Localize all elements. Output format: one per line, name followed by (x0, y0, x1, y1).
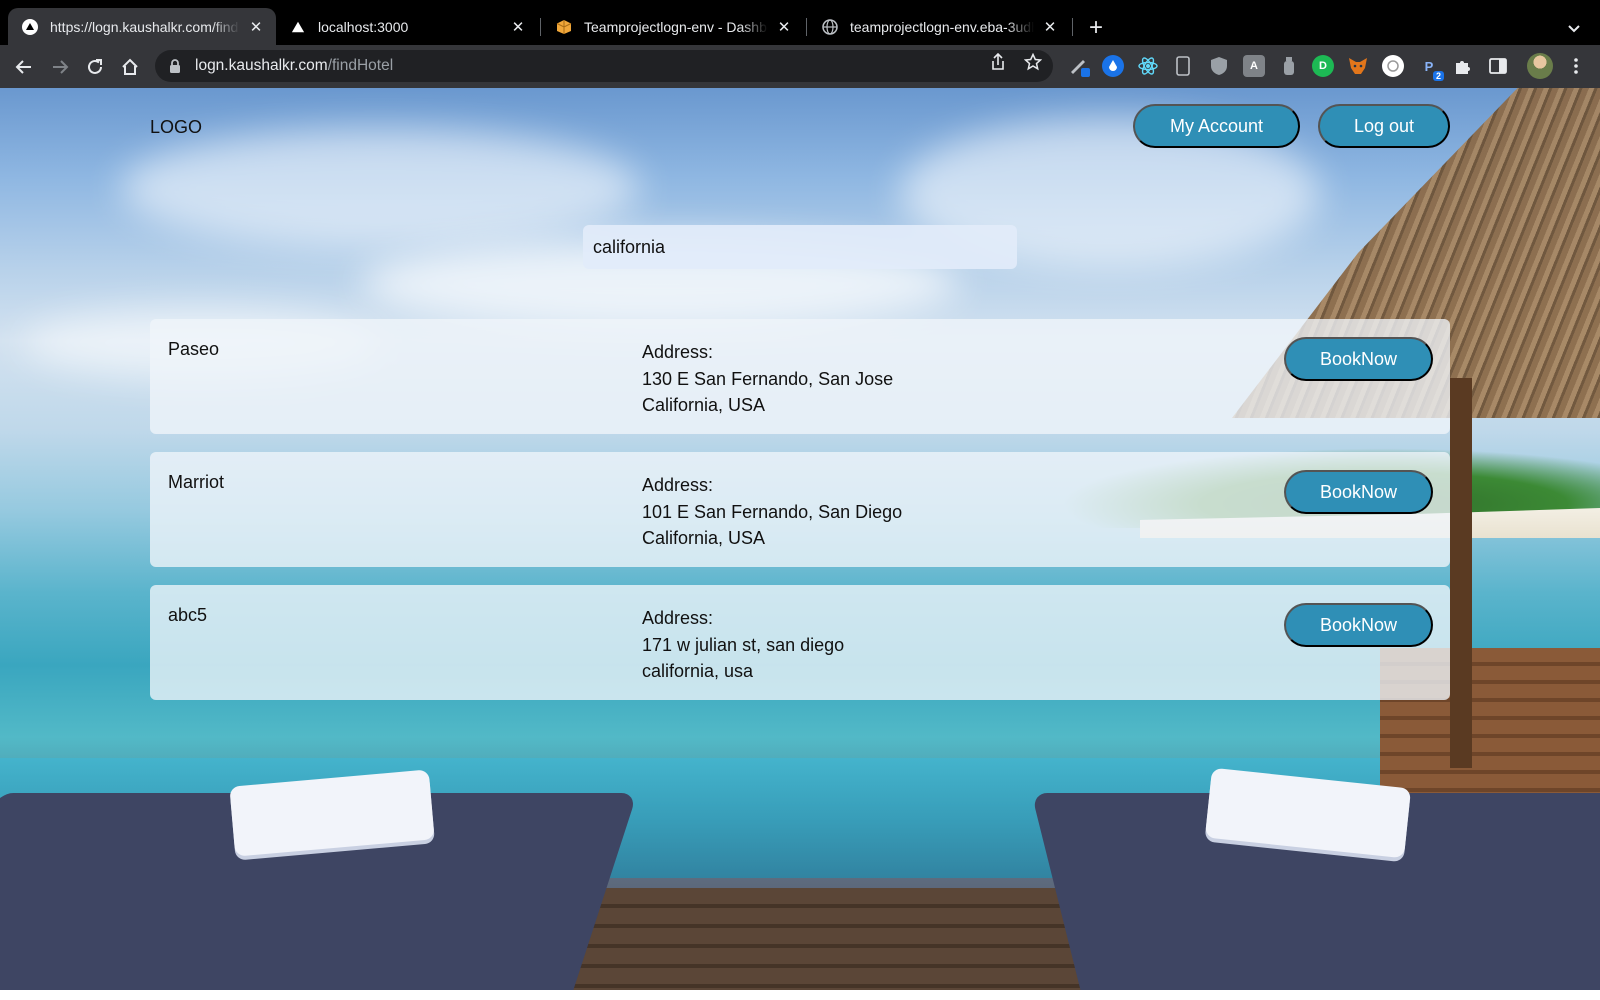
aws-box-icon (556, 19, 572, 35)
book-now-button[interactable]: BookNow (1284, 470, 1433, 514)
address-line-2: california, usa (642, 661, 754, 681)
bottle-extension-icon[interactable] (1278, 55, 1300, 77)
pen-extension-icon[interactable] (1068, 55, 1090, 77)
hotel-address: Address: 171 w julian st, san diego cali… (642, 605, 844, 685)
tab-title: Teamprojectlogn-env - Dashboard (584, 18, 768, 35)
tab-localhost[interactable]: localhost:3000 ✕ (276, 8, 538, 45)
round-extension-icon[interactable] (1382, 55, 1404, 77)
vercel-triangle-icon (290, 19, 306, 35)
new-tab-icon[interactable]: + (1082, 14, 1110, 42)
home-icon[interactable] (116, 53, 144, 81)
hotel-search-input[interactable] (583, 225, 1017, 269)
page-viewport: LOGO My Account Log out Paseo Address: 1… (0, 88, 1600, 990)
close-tab-icon[interactable]: ✕ (1040, 17, 1060, 37)
hotel-address: Address: 130 E San Fernando, San Jose Ca… (642, 339, 893, 419)
hotel-result-card: abc5 Address: 171 w julian st, san diego… (150, 585, 1450, 700)
hotel-name: Marriot (168, 472, 225, 492)
site-logo[interactable]: LOGO (150, 117, 202, 138)
close-tab-icon[interactable]: ✕ (774, 17, 794, 37)
hotel-name: abc5 (168, 605, 208, 625)
url-path: /findHotel (327, 57, 394, 74)
book-now-button[interactable]: BookNow (1284, 603, 1433, 647)
address-line-1: 171 w julian st, san diego (642, 634, 845, 655)
window-bottom-edge (0, 990, 1600, 1000)
tab-title: localhost:3000 (318, 18, 409, 35)
shield-extension-icon[interactable] (1208, 55, 1230, 77)
address-label: Address: (642, 475, 714, 495)
browser-tab-strip: https://logn.kaushalkr.com/findHotel ✕ l… (0, 0, 1600, 48)
side-panel-icon[interactable] (1487, 55, 1509, 77)
vercel-triangle-icon (22, 18, 38, 35)
tab-title: teamprojectlogn-env.eba-3udh (850, 18, 1034, 35)
share-icon[interactable] (988, 52, 1008, 72)
lock-icon[interactable] (169, 59, 183, 73)
address-line-1: 130 E San Fernando, San Jose (642, 368, 894, 389)
address-label: Address: (642, 342, 714, 362)
device-extension-icon[interactable] (1172, 55, 1194, 77)
tab-aws-dashboard[interactable]: Teamprojectlogn-env - Dashboard ✕ (542, 8, 804, 45)
my-account-button[interactable]: My Account (1133, 104, 1300, 148)
globe-icon (822, 18, 838, 35)
address-line-1: 101 E San Fernando, San Diego (642, 501, 903, 522)
background-hut-post (1450, 378, 1472, 768)
tab-search-chevron-icon[interactable] (1562, 16, 1586, 40)
bookmark-star-icon[interactable] (1023, 52, 1043, 72)
url-host: logn.kaushalkr.com (195, 57, 328, 74)
hotel-result-card: Paseo Address: 130 E San Fernando, San J… (150, 319, 1450, 434)
metamask-fox-icon[interactable] (1347, 55, 1369, 77)
react-devtools-icon[interactable] (1137, 55, 1159, 77)
hotel-result-card: Marriot Address: 101 E San Fernando, San… (150, 452, 1450, 567)
book-now-button[interactable]: BookNow (1284, 337, 1433, 381)
close-tab-icon[interactable]: ✕ (508, 17, 528, 37)
tab-separator (540, 18, 541, 36)
close-tab-icon[interactable]: ✕ (246, 17, 266, 37)
profile-avatar[interactable] (1527, 53, 1553, 79)
tab-separator (806, 18, 807, 36)
extension-badge: 2 (1432, 71, 1444, 81)
browser-toolbar: logn.kaushalkr.com/findHotel A D P2 (0, 45, 1600, 88)
tab-title: https://logn.kaushalkr.com/findHotel (50, 18, 240, 35)
puzzle-extensions-icon[interactable] (1452, 55, 1474, 77)
p-extension-icon[interactable]: P2 (1418, 55, 1444, 81)
hotel-name: Paseo (168, 339, 220, 359)
tab-separator (1072, 18, 1073, 36)
grammar-extension-icon[interactable]: A (1243, 55, 1265, 77)
hotel-address: Address: 101 E San Fernando, San Diego C… (642, 472, 902, 552)
forward-arrow-icon[interactable] (46, 53, 74, 81)
reload-icon[interactable] (81, 53, 109, 81)
address-line-2: California, USA (642, 395, 766, 415)
address-line-2: California, USA (642, 528, 766, 548)
green-extension-icon[interactable]: D (1312, 55, 1334, 77)
browser-menu-icon[interactable] (1565, 55, 1587, 77)
tab-eb-env[interactable]: teamprojectlogn-env.eba-3udh ✕ (808, 8, 1070, 45)
address-label: Address: (642, 608, 714, 628)
address-bar[interactable]: logn.kaushalkr.com/findHotel (155, 50, 1053, 82)
logout-button[interactable]: Log out (1318, 104, 1450, 148)
drop-extension-icon[interactable] (1102, 55, 1124, 77)
background-cloud (120, 128, 640, 248)
back-arrow-icon[interactable] (10, 53, 38, 81)
tab-active[interactable]: https://logn.kaushalkr.com/findHotel ✕ (8, 8, 276, 45)
